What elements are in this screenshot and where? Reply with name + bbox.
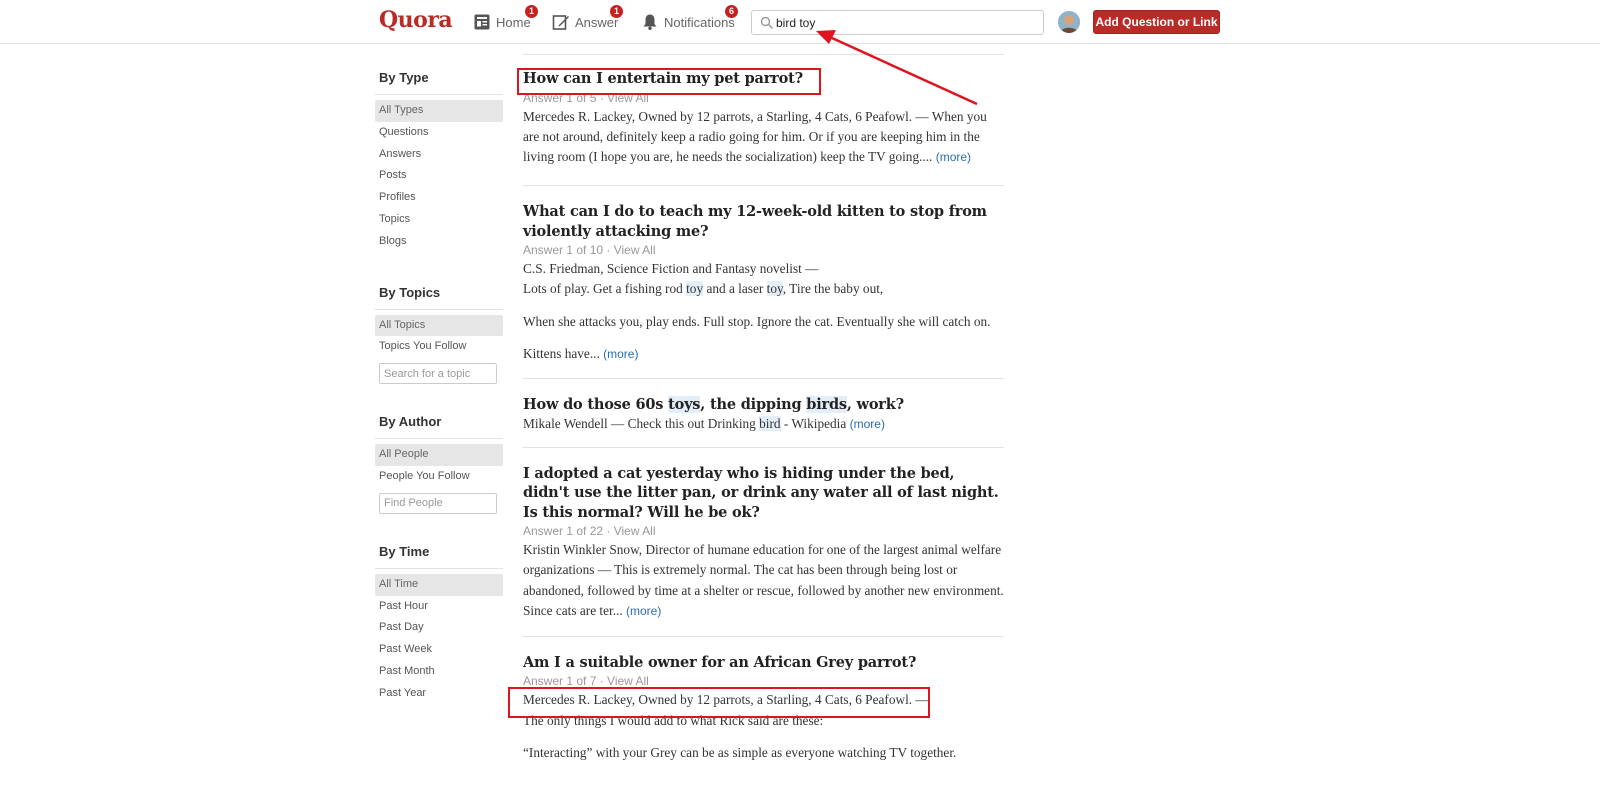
search-box[interactable] (751, 10, 1044, 35)
answer-badge: 1 (609, 4, 624, 19)
result-meta[interactable]: Answer 1 of 22 · View All (523, 523, 1004, 540)
text-segment: , Tire the baby out, (782, 281, 884, 297)
result-text: Kristin Winkler Snow, Director of humane… (523, 542, 1004, 618)
people-search-input[interactable] (379, 492, 497, 514)
topic-search-input[interactable] (379, 363, 497, 385)
filter-by-topics: By Topics All Topics Topics You Follow (375, 285, 503, 385)
text-segment: , work? (846, 395, 904, 413)
result-snippet: Mercedes R. Lackey, Owned by 12 parrots,… (523, 107, 1004, 168)
quora-logo[interactable]: Quora (379, 7, 453, 33)
filter-past-week[interactable]: Past Week (375, 639, 503, 661)
result-item: What can I do to teach my 12-week-old ki… (523, 186, 1004, 379)
filter-by-author: By Author All People People You Follow (375, 414, 503, 514)
filter-past-day[interactable]: Past Day (375, 617, 503, 639)
result-author[interactable]: Mercedes R. Lackey, Owned by 12 parrots,… (523, 109, 929, 124)
nav-home[interactable]: Home 1 (473, 4, 539, 33)
highlight-term: toy (686, 281, 704, 297)
result-snippet: Mikale Wendell — Check this out Drinking… (523, 414, 1004, 434)
feed-icon (473, 13, 491, 31)
result-title[interactable]: I adopted a cat yesterday who is hiding … (523, 464, 1004, 523)
result-text-line: Lots of play. Get a fishing rod toy and … (523, 279, 1004, 299)
text-segment: How do those 60s (523, 395, 664, 413)
filter-people-you-follow[interactable]: People You Follow (375, 466, 503, 488)
text-segment: Lots of play. Get a fishing rod (523, 281, 683, 297)
filter-all-time[interactable]: All Time (375, 573, 503, 596)
text-segment: , the dipping (700, 395, 802, 413)
filter-blogs[interactable]: Blogs (375, 231, 503, 253)
result-item: How do those 60s toys, the dipping birds… (523, 379, 1004, 448)
notifications-badge: 6 (724, 4, 739, 19)
top-header: Quora Home 1 Answer 1 Notifications 6 Ad… (0, 0, 1600, 44)
filter-topics[interactable]: Topics (375, 209, 503, 231)
result-snippet: Mercedes R. Lackey, Owned by 12 parrots,… (523, 690, 1004, 763)
filter-by-time-title: By Time (375, 544, 503, 569)
highlight-term: toy (766, 281, 783, 297)
pencil-icon (552, 13, 570, 31)
filter-all-types[interactable]: All Types (375, 100, 503, 122)
text-segment: Mikale Wendell — Check this out Drinking (523, 416, 756, 432)
add-question-button[interactable]: Add Question or Link (1093, 10, 1220, 34)
more-link[interactable]: (more) (936, 150, 971, 164)
result-item: I adopted a cat yesterday who is hiding … (523, 448, 1004, 637)
result-title[interactable]: How can I entertain my pet parrot? (523, 69, 1004, 89)
filter-past-year[interactable]: Past Year (375, 683, 503, 705)
search-results: How can I entertain my pet parrot? Answe… (523, 54, 1004, 777)
text-segment: Kittens have... (523, 345, 600, 361)
search-icon (760, 16, 774, 30)
search-input[interactable] (774, 11, 1036, 34)
filter-by-type-title: By Type (375, 70, 503, 95)
home-badge: 1 (524, 4, 539, 19)
filter-topics-you-follow[interactable]: Topics You Follow (375, 336, 503, 358)
nav-notifications-label: Notifications (664, 14, 735, 30)
filter-posts[interactable]: Posts (375, 165, 503, 187)
more-link[interactable]: (more) (626, 604, 661, 618)
nav-notifications[interactable]: Notifications 6 (641, 4, 739, 33)
filter-sidebar: By Type All Types Questions Answers Post… (375, 70, 503, 731)
filter-by-author-title: By Author (375, 414, 503, 440)
highlight-term: toys (668, 395, 701, 413)
filter-by-type: By Type All Types Questions Answers Post… (375, 70, 503, 253)
result-author[interactable]: C.S. Friedman, Science Fiction and Fanta… (523, 259, 1004, 279)
result-paragraph: “Interacting” with your Grey can be as s… (523, 744, 957, 760)
result-meta[interactable]: Answer 1 of 10 · View All (523, 242, 1004, 259)
result-paragraph: When she attacks you, play ends. Full st… (523, 313, 991, 329)
filter-all-topics[interactable]: All Topics (375, 314, 503, 337)
highlight-term: birds (806, 395, 847, 413)
filter-by-time: By Time All Time Past Hour Past Day Past… (375, 544, 503, 705)
filter-past-hour[interactable]: Past Hour (375, 596, 503, 618)
result-title[interactable]: Am I a suitable owner for an African Gre… (523, 653, 1004, 673)
filter-all-people[interactable]: All People (375, 444, 503, 466)
result-title[interactable]: What can I do to teach my 12-week-old ki… (523, 202, 1004, 241)
highlight-term: bird (759, 416, 781, 432)
result-title[interactable]: How do those 60s toys, the dipping birds… (523, 395, 1004, 415)
result-paragraph: Kittens have... (more) (523, 344, 1004, 364)
result-item: How can I entertain my pet parrot? Answe… (523, 55, 1004, 187)
filter-answers[interactable]: Answers (375, 144, 503, 166)
bell-icon (641, 13, 659, 31)
result-author[interactable]: Mercedes R. Lackey, Owned by 12 parrots,… (523, 690, 1004, 710)
more-link[interactable]: (more) (850, 417, 885, 431)
filter-questions[interactable]: Questions (375, 122, 503, 144)
nav-answer[interactable]: Answer 1 (552, 4, 624, 33)
text-segment: - Wikipedia (783, 416, 847, 432)
result-meta[interactable]: Answer 1 of 5 · View All (523, 90, 1004, 107)
filter-profiles[interactable]: Profiles (375, 187, 503, 209)
result-snippet: Kristin Winkler Snow, Director of humane… (523, 540, 1004, 621)
result-text-line: The only things I would add to what Rick… (523, 712, 824, 728)
filter-past-month[interactable]: Past Month (375, 661, 503, 683)
result-snippet: C.S. Friedman, Science Fiction and Fanta… (523, 259, 1004, 364)
result-meta[interactable]: Answer 1 of 7 · View All (523, 673, 1004, 690)
result-item: Am I a suitable owner for an African Gre… (523, 637, 1004, 777)
avatar[interactable] (1058, 11, 1080, 33)
filter-by-topics-title: By Topics (375, 285, 503, 310)
more-link[interactable]: (more) (603, 347, 638, 361)
text-segment: and a laser (706, 281, 764, 297)
